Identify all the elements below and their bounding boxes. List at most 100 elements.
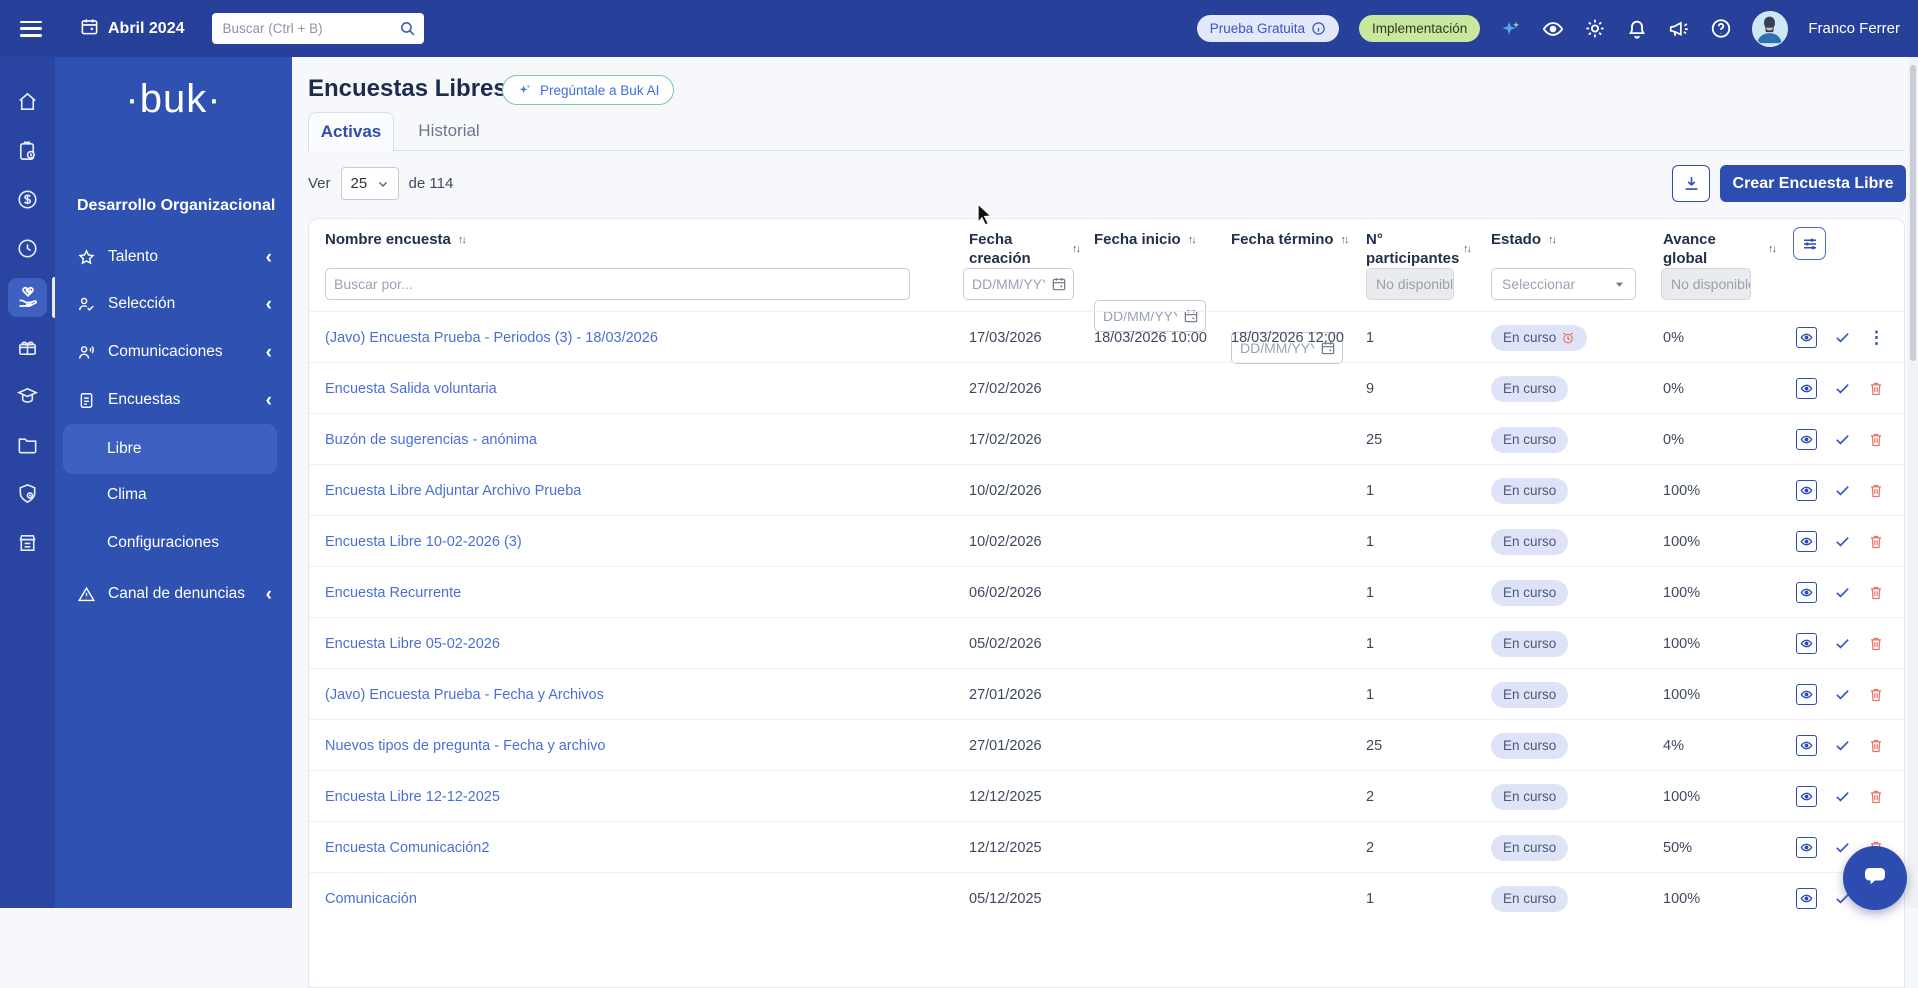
tab-activas[interactable]: Activas [308, 112, 394, 151]
rail-payroll-icon[interactable] [0, 175, 55, 224]
survey-name-link[interactable]: Encuesta Libre 12-12-2025 [325, 789, 500, 805]
rail-security-icon[interactable] [0, 469, 55, 518]
rail-documents-icon[interactable] [0, 420, 55, 469]
scrollbar[interactable] [1908, 57, 1918, 908]
user-name[interactable]: Franco Ferrer [1808, 20, 1900, 37]
delete-button[interactable] [1868, 533, 1884, 550]
rail-clipboard-icon[interactable] [0, 126, 55, 175]
survey-name-link[interactable]: Encuesta Libre 05-02-2026 [325, 636, 500, 652]
approve-check-button[interactable] [1834, 839, 1851, 856]
row-menu-button[interactable]: ⋮ [1868, 328, 1885, 348]
preview-results-button[interactable] [1796, 837, 1817, 858]
delete-button[interactable] [1868, 737, 1884, 754]
survey-name-link[interactable]: (Javo) Encuesta Prueba - Periodos (3) - … [325, 330, 658, 346]
survey-name-link[interactable]: Buzón de sugerencias - anónima [325, 432, 537, 448]
preview-results-button[interactable] [1796, 480, 1817, 501]
sort-icon[interactable]: ↑↓ [458, 234, 467, 248]
sidebar-subitem-libre[interactable]: Libre [63, 424, 277, 474]
survey-name-cell: Nuevos tipos de pregunta - Fecha y archi… [317, 720, 957, 771]
delete-button[interactable] [1868, 686, 1884, 703]
sidebar-subitem-configuraciones[interactable]: Configuraciones [55, 520, 292, 566]
survey-name-link[interactable]: Encuesta Libre 10-02-2026 (3) [325, 534, 522, 550]
approve-check-button[interactable] [1834, 533, 1851, 550]
ai-sparkle-icon[interactable] [1500, 18, 1522, 40]
sidebar-item-encuestas[interactable]: Encuestas ‹ [55, 377, 292, 423]
status-filter-select[interactable]: Seleccionar [1491, 268, 1636, 300]
survey-name-link[interactable]: (Javo) Encuesta Prueba - Fecha y Archivo… [325, 687, 604, 703]
implementation-badge[interactable]: Implementación [1359, 15, 1481, 42]
survey-name-link[interactable]: Encuesta Recurrente [325, 585, 461, 601]
search-icon[interactable] [399, 20, 416, 37]
delete-button[interactable] [1868, 380, 1884, 397]
sidebar-item-comunicaciones[interactable]: Comunicaciones ‹ [55, 329, 292, 375]
preview-results-button[interactable] [1796, 786, 1817, 807]
sort-icon[interactable]: ↑↓ [1341, 234, 1350, 248]
eye-icon[interactable] [1542, 18, 1564, 40]
rail-talent-icon[interactable] [0, 273, 57, 322]
rail-marketplace-icon[interactable] [0, 518, 55, 567]
rail-benefits-icon[interactable] [0, 322, 55, 371]
created-date-input[interactable] [963, 268, 1074, 300]
per-page-select[interactable]: 25 [340, 167, 399, 200]
sort-icon[interactable]: ↑↓ [1548, 234, 1557, 248]
approve-check-button[interactable] [1834, 329, 1851, 346]
trial-badge-label: Prueba Gratuita [1209, 21, 1305, 36]
settings-gear-icon[interactable] [1584, 18, 1606, 40]
approve-check-button[interactable] [1834, 584, 1851, 601]
survey-name-link[interactable]: Encuesta Salida voluntaria [325, 381, 497, 397]
sort-icon[interactable]: ↑↓ [1072, 243, 1081, 257]
survey-name-link[interactable]: Encuesta Libre Adjuntar Archivo Prueba [325, 483, 581, 499]
delete-button[interactable] [1868, 635, 1884, 652]
survey-name-link[interactable]: Encuesta Comunicación2 [325, 840, 489, 856]
announcements-megaphone-icon[interactable] [1668, 18, 1690, 40]
preview-results-button[interactable] [1796, 327, 1817, 348]
preview-results-button[interactable] [1796, 684, 1817, 705]
tab-historial[interactable]: Historial [404, 112, 494, 150]
name-filter-input[interactable] [325, 268, 910, 300]
ask-buk-ai-button[interactable]: Pregúntale a Buk AI [502, 75, 675, 105]
scrollbar-thumb[interactable] [1910, 65, 1916, 361]
calendar-icon [80, 17, 99, 41]
trial-badge[interactable]: Prueba Gratuita [1196, 15, 1339, 42]
rail-training-icon[interactable] [0, 371, 55, 420]
column-settings-button[interactable] [1793, 227, 1826, 260]
preview-results-button[interactable] [1796, 888, 1817, 909]
preview-results-button[interactable] [1796, 633, 1817, 654]
rail-time-icon[interactable] [0, 224, 55, 273]
sidebar-item-seleccion[interactable]: Selección ‹ [55, 281, 292, 327]
sort-icon[interactable]: ↑↓ [1188, 234, 1197, 248]
approve-check-button[interactable] [1834, 431, 1851, 448]
approve-check-button[interactable] [1834, 686, 1851, 703]
approve-check-button[interactable] [1834, 737, 1851, 754]
delete-button[interactable] [1868, 431, 1884, 448]
preview-results-button[interactable] [1796, 378, 1817, 399]
preview-results-button[interactable] [1796, 531, 1817, 552]
download-button[interactable] [1672, 165, 1710, 202]
preview-results-button[interactable] [1796, 735, 1817, 756]
preview-results-button[interactable] [1796, 429, 1817, 450]
notifications-bell-icon[interactable] [1626, 18, 1648, 40]
search-input[interactable] [212, 13, 425, 44]
create-survey-button[interactable]: Crear Encuesta Libre [1720, 165, 1906, 202]
survey-name-link[interactable]: Nuevos tipos de pregunta - Fecha y archi… [325, 738, 605, 754]
sidebar-item-talento[interactable]: Talento ‹ [55, 234, 292, 280]
user-avatar[interactable] [1752, 10, 1789, 47]
sidebar-item-canal-denuncias[interactable]: Canal de denuncias ‹ [55, 571, 292, 617]
delete-button[interactable] [1868, 584, 1884, 601]
sidebar-subitem-clima[interactable]: Clima [55, 472, 292, 518]
help-icon[interactable] [1710, 18, 1732, 40]
approve-check-button[interactable] [1834, 380, 1851, 397]
sort-icon[interactable]: ↑↓ [1463, 243, 1472, 257]
sort-icon[interactable]: ↑↓ [1768, 243, 1777, 257]
approve-check-button[interactable] [1834, 788, 1851, 805]
chat-widget-button[interactable] [1843, 846, 1907, 910]
rail-home-icon[interactable] [0, 77, 55, 126]
preview-results-button[interactable] [1796, 582, 1817, 603]
survey-name-link[interactable]: Comunicación [325, 891, 417, 907]
period-selector[interactable]: Abril 2024 [80, 17, 184, 41]
approve-check-button[interactable] [1834, 482, 1851, 499]
approve-check-button[interactable] [1834, 635, 1851, 652]
hamburger-menu-icon[interactable] [20, 20, 42, 37]
delete-button[interactable] [1868, 788, 1884, 805]
delete-button[interactable] [1868, 482, 1884, 499]
